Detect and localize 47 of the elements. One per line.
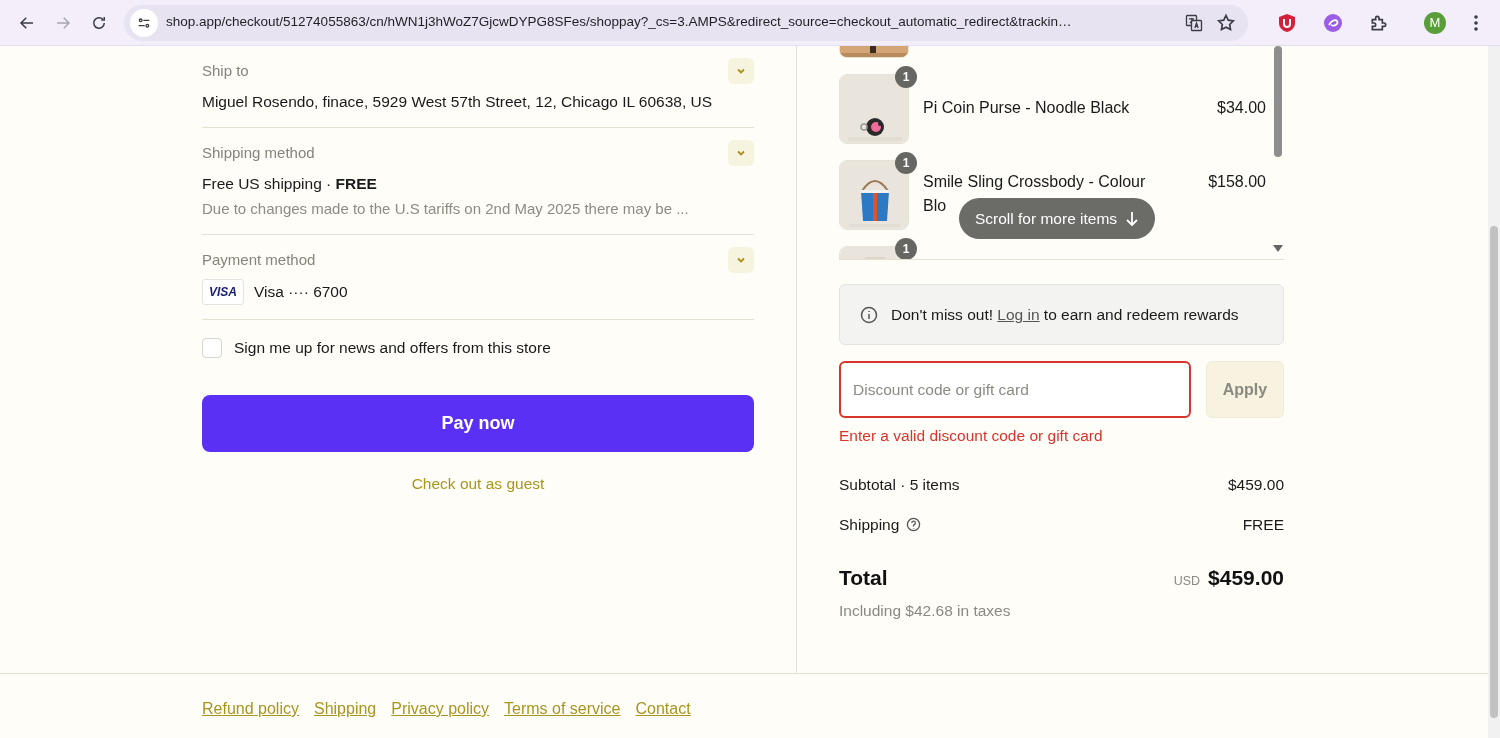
summary-label: Shipping (839, 514, 900, 535)
section-value: Miguel Rosendo, finace, 5929 West 57th Street, 12, Chicago IL 60638, US (202, 92, 713, 112)
quantity-badge: 1 (895, 238, 917, 259)
total-label: Total (839, 564, 888, 591)
address-bar[interactable]: shop.app/checkout/51274055863/cn/hWN1j3hWoZ7GjcwDYPG8SFes/shoppay?_cs=3.AMPS&redirect_source=checkout_automatic_redirect&trackin… (124, 4, 1248, 41)
footer-link[interactable]: Refund policy (202, 697, 299, 721)
tax-note: Including $42.68 in taxes (839, 601, 1012, 622)
scroll-down-arrow-icon[interactable] (1273, 245, 1283, 253)
section-note: Due to changes made to the U.S tariffs on 2nd May 2025 there may be ... (202, 198, 690, 219)
footer-link[interactable]: Terms of service (504, 697, 621, 721)
scrollbar-thumb[interactable] (1490, 226, 1498, 718)
section-value: Visa ···· 6700 (254, 282, 348, 303)
help-icon[interactable] (905, 516, 922, 533)
summary-label: Subtotal · 5 items (839, 475, 960, 496)
currency-code: USD (1173, 572, 1201, 590)
info-icon (860, 306, 878, 324)
summary-value: $459.00 (1227, 475, 1284, 496)
card-logo: VISA (202, 279, 244, 305)
section-value: Free US shipping · FREE (202, 174, 377, 195)
section-label: Payment method (202, 249, 316, 270)
total-amount: $459.00 (1208, 564, 1284, 591)
section-label: Ship to (202, 60, 249, 81)
product-price: $158.00 (1208, 172, 1266, 192)
checkbox[interactable] (202, 337, 222, 358)
quantity-badge: 1 (895, 152, 917, 174)
site-settings-icon[interactable] (130, 8, 158, 37)
product-name: Pi Coin Purse - Noodle Black (923, 98, 1131, 118)
scrollbar-thumb[interactable] (1274, 46, 1282, 157)
section-label: Shipping method (202, 143, 315, 163)
quantity-badge: 1 (895, 66, 917, 88)
product-price: $34.00 (1217, 98, 1266, 118)
scrollbar[interactable] (1488, 46, 1500, 738)
login-link[interactable]: Log in (997, 306, 1040, 323)
footer-link[interactable]: Shipping (313, 697, 377, 721)
guest-checkout-link[interactable]: Check out as guest (411, 472, 545, 496)
footer-link[interactable]: Contact (635, 697, 691, 721)
rewards-message: Don't miss out! Log in to earn and redeem rewards (891, 305, 1239, 325)
checkbox-label: Sign me up for news and offers from this store (234, 338, 551, 358)
summary-value: FREE (1242, 514, 1284, 535)
profile-avatar[interactable]: M (1424, 11, 1446, 34)
discount-code-field[interactable]: Discount code or gift card (839, 361, 1191, 418)
error-message: Enter a valid discount code or gift card (839, 426, 1104, 446)
url-text: shop.app/checkout/51274055863/cn/hWN1j3hWoZ7GjcwDYPG8SFes/shoppay?_cs=3.AMPS&redirect_source=checkout_automatic_redirect&trackin… (166, 13, 1073, 32)
scroll-hint-button[interactable]: Scroll for more items (959, 198, 1156, 239)
arrow-down-icon (1125, 210, 1140, 227)
pay-now-button[interactable]: Pay now (202, 395, 754, 453)
footer-link[interactable]: Privacy policy (391, 697, 490, 721)
